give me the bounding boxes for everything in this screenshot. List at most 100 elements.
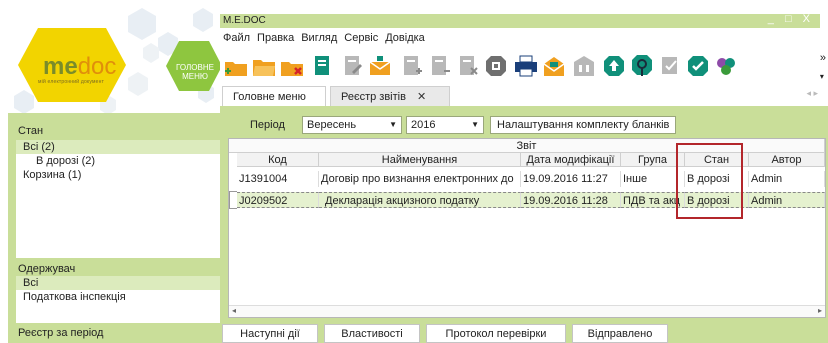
cancel-document-button[interactable] xyxy=(454,52,482,80)
title-bar: M.E.DOC _ □ X xyxy=(220,13,820,28)
horizontal-scrollbar[interactable]: ◂ ▸ xyxy=(229,305,825,317)
period-registry-section-title[interactable]: Реєстр за період xyxy=(8,322,220,343)
search-button[interactable] xyxy=(628,52,656,80)
recipient-list: Всі Податкова інспекція xyxy=(16,276,220,323)
recipient-item-tax-office[interactable]: Податкова інспекція xyxy=(16,290,220,304)
blanks-settings-button[interactable]: Налаштування комплекту бланків xyxy=(490,116,677,134)
upload-icon xyxy=(604,56,624,76)
row-cursor xyxy=(229,191,237,209)
state-list: Всі (2) В дорозі (2) Корзина (1) xyxy=(16,140,220,258)
tab-scroll-arrows[interactable]: ◂ ▸ xyxy=(806,88,818,99)
logo: medoc xyxy=(43,53,116,81)
modules-icon xyxy=(717,58,735,75)
printer-icon xyxy=(515,55,537,77)
cancel-document-icon xyxy=(460,56,478,75)
state-item-trash[interactable]: Корзина (1) xyxy=(16,168,220,182)
folder-open-icon xyxy=(253,60,275,76)
content-area: Період Вересень ▼ 2016 ▼ Налаштування ко… xyxy=(220,106,828,343)
toolbar: » ▾ xyxy=(220,48,828,86)
next-actions-button[interactable]: Наступні дії xyxy=(222,324,318,343)
state-item-all[interactable]: Всі (2) xyxy=(16,140,220,154)
state-column-highlight xyxy=(676,143,743,219)
org-button[interactable] xyxy=(570,52,598,80)
home-label-line1: ГОЛОВНЕ xyxy=(176,63,214,72)
toolbar-more: » xyxy=(819,52,826,64)
scroll-left-icon[interactable]: ◂ xyxy=(232,306,236,315)
logo-area: medoc мій електронний документ ГОЛОВНЕ М… xyxy=(8,8,220,113)
add-document-icon xyxy=(404,56,422,75)
month-value: Вересень xyxy=(307,119,357,131)
reports-table: Звіт Код Найменування Дата модифікації Г… xyxy=(228,138,826,318)
main-window: M.E.DOC _ □ X Файл Правка Вигляд Сервіс … xyxy=(220,8,828,343)
folder-delete-icon xyxy=(281,62,303,76)
tab-report-registry[interactable]: Реєстр звітів ✕ xyxy=(330,86,450,106)
close-tab-icon[interactable]: ✕ xyxy=(417,91,426,103)
cell-author: Admin xyxy=(749,171,825,187)
bottom-button-bar: Наступні дії Властивості Протокол переві… xyxy=(220,320,828,343)
home-menu-label: ГОЛОВНЕ МЕНЮ xyxy=(168,63,220,81)
scroll-right-icon[interactable]: ▸ xyxy=(818,306,822,315)
edit-document-icon xyxy=(345,56,362,75)
cell-code: J0209502 xyxy=(237,192,319,208)
sent-button[interactable]: Відправлено xyxy=(572,324,668,343)
receive-button[interactable] xyxy=(540,52,568,80)
column-header-code[interactable]: Код xyxy=(237,153,319,167)
chevron-down-icon: ▼ xyxy=(389,120,397,129)
add-document-button[interactable] xyxy=(398,52,426,80)
toolbar-overflow-button[interactable]: » ▾ xyxy=(820,52,826,81)
recipient-item-all[interactable]: Всі xyxy=(16,276,220,290)
open-folder-button[interactable] xyxy=(250,52,278,80)
state-item-in-transit[interactable]: В дорозі (2) xyxy=(16,154,220,168)
approve-button[interactable] xyxy=(656,52,684,80)
menu-edit[interactable]: Правка xyxy=(257,32,294,46)
remove-document-icon xyxy=(432,56,450,75)
column-header-author[interactable]: Автор xyxy=(749,153,825,167)
month-select[interactable]: Вересень ▼ xyxy=(302,116,402,134)
new-folder-button[interactable] xyxy=(222,52,250,80)
properties-button[interactable]: Властивості xyxy=(324,324,420,343)
window-title: M.E.DOC xyxy=(223,15,266,26)
delete-folder-button[interactable] xyxy=(278,52,306,80)
envelope-icon xyxy=(369,56,391,75)
document-button[interactable] xyxy=(308,52,336,80)
validation-protocol-button[interactable]: Протокол перевірки xyxy=(426,324,566,343)
cell-author: Admin xyxy=(749,192,825,208)
send-button[interactable] xyxy=(366,52,394,80)
upload-button[interactable] xyxy=(600,52,628,80)
menu-bar: Файл Правка Вигляд Сервіс Довідка xyxy=(223,32,425,46)
print-button[interactable] xyxy=(512,52,540,80)
remove-document-button[interactable] xyxy=(426,52,454,80)
menu-service[interactable]: Сервіс xyxy=(344,32,378,46)
cell-name: Договір про визнання електронних до xyxy=(319,171,521,187)
archive-button[interactable] xyxy=(482,52,510,80)
column-header-name[interactable]: Найменування xyxy=(319,153,521,167)
home-label-line2: МЕНЮ xyxy=(182,72,208,81)
document-icon xyxy=(315,56,329,75)
search-icon xyxy=(632,55,652,76)
building-icon xyxy=(574,56,594,76)
menu-file[interactable]: Файл xyxy=(223,32,250,46)
tab-main-menu[interactable]: Головне меню xyxy=(222,86,326,106)
cell-name: Декларація акцизного податку xyxy=(319,192,521,208)
year-value: 2016 xyxy=(411,119,436,131)
filter-bar: Період Вересень ▼ 2016 ▼ Налаштування ко… xyxy=(220,106,828,138)
tab-report-registry-label: Реєстр звітів xyxy=(341,91,406,103)
modules-button[interactable] xyxy=(712,52,740,80)
logo-doc: doc xyxy=(77,53,117,80)
cell-modified: 19.09.2016 11:27 xyxy=(521,171,621,187)
year-select[interactable]: 2016 ▼ xyxy=(406,116,484,134)
state-section-title: Стан xyxy=(18,125,44,137)
menu-view[interactable]: Вигляд xyxy=(301,32,337,46)
chevron-down-icon: ▼ xyxy=(471,120,479,129)
chevron-down-icon: ▾ xyxy=(819,72,824,81)
confirm-button[interactable] xyxy=(684,52,712,80)
cell-code: J1391004 xyxy=(237,171,319,187)
check-shield-icon xyxy=(688,56,708,76)
logo-subtitle: мій електронний документ xyxy=(38,79,105,85)
column-header-modified[interactable]: Дата модифікації xyxy=(521,153,621,167)
menu-help[interactable]: Довідка xyxy=(385,32,425,46)
window-controls[interactable]: _ □ X xyxy=(768,13,814,25)
checklist-icon xyxy=(662,57,677,74)
edit-document-button[interactable] xyxy=(338,52,366,80)
archive-icon xyxy=(486,56,506,76)
